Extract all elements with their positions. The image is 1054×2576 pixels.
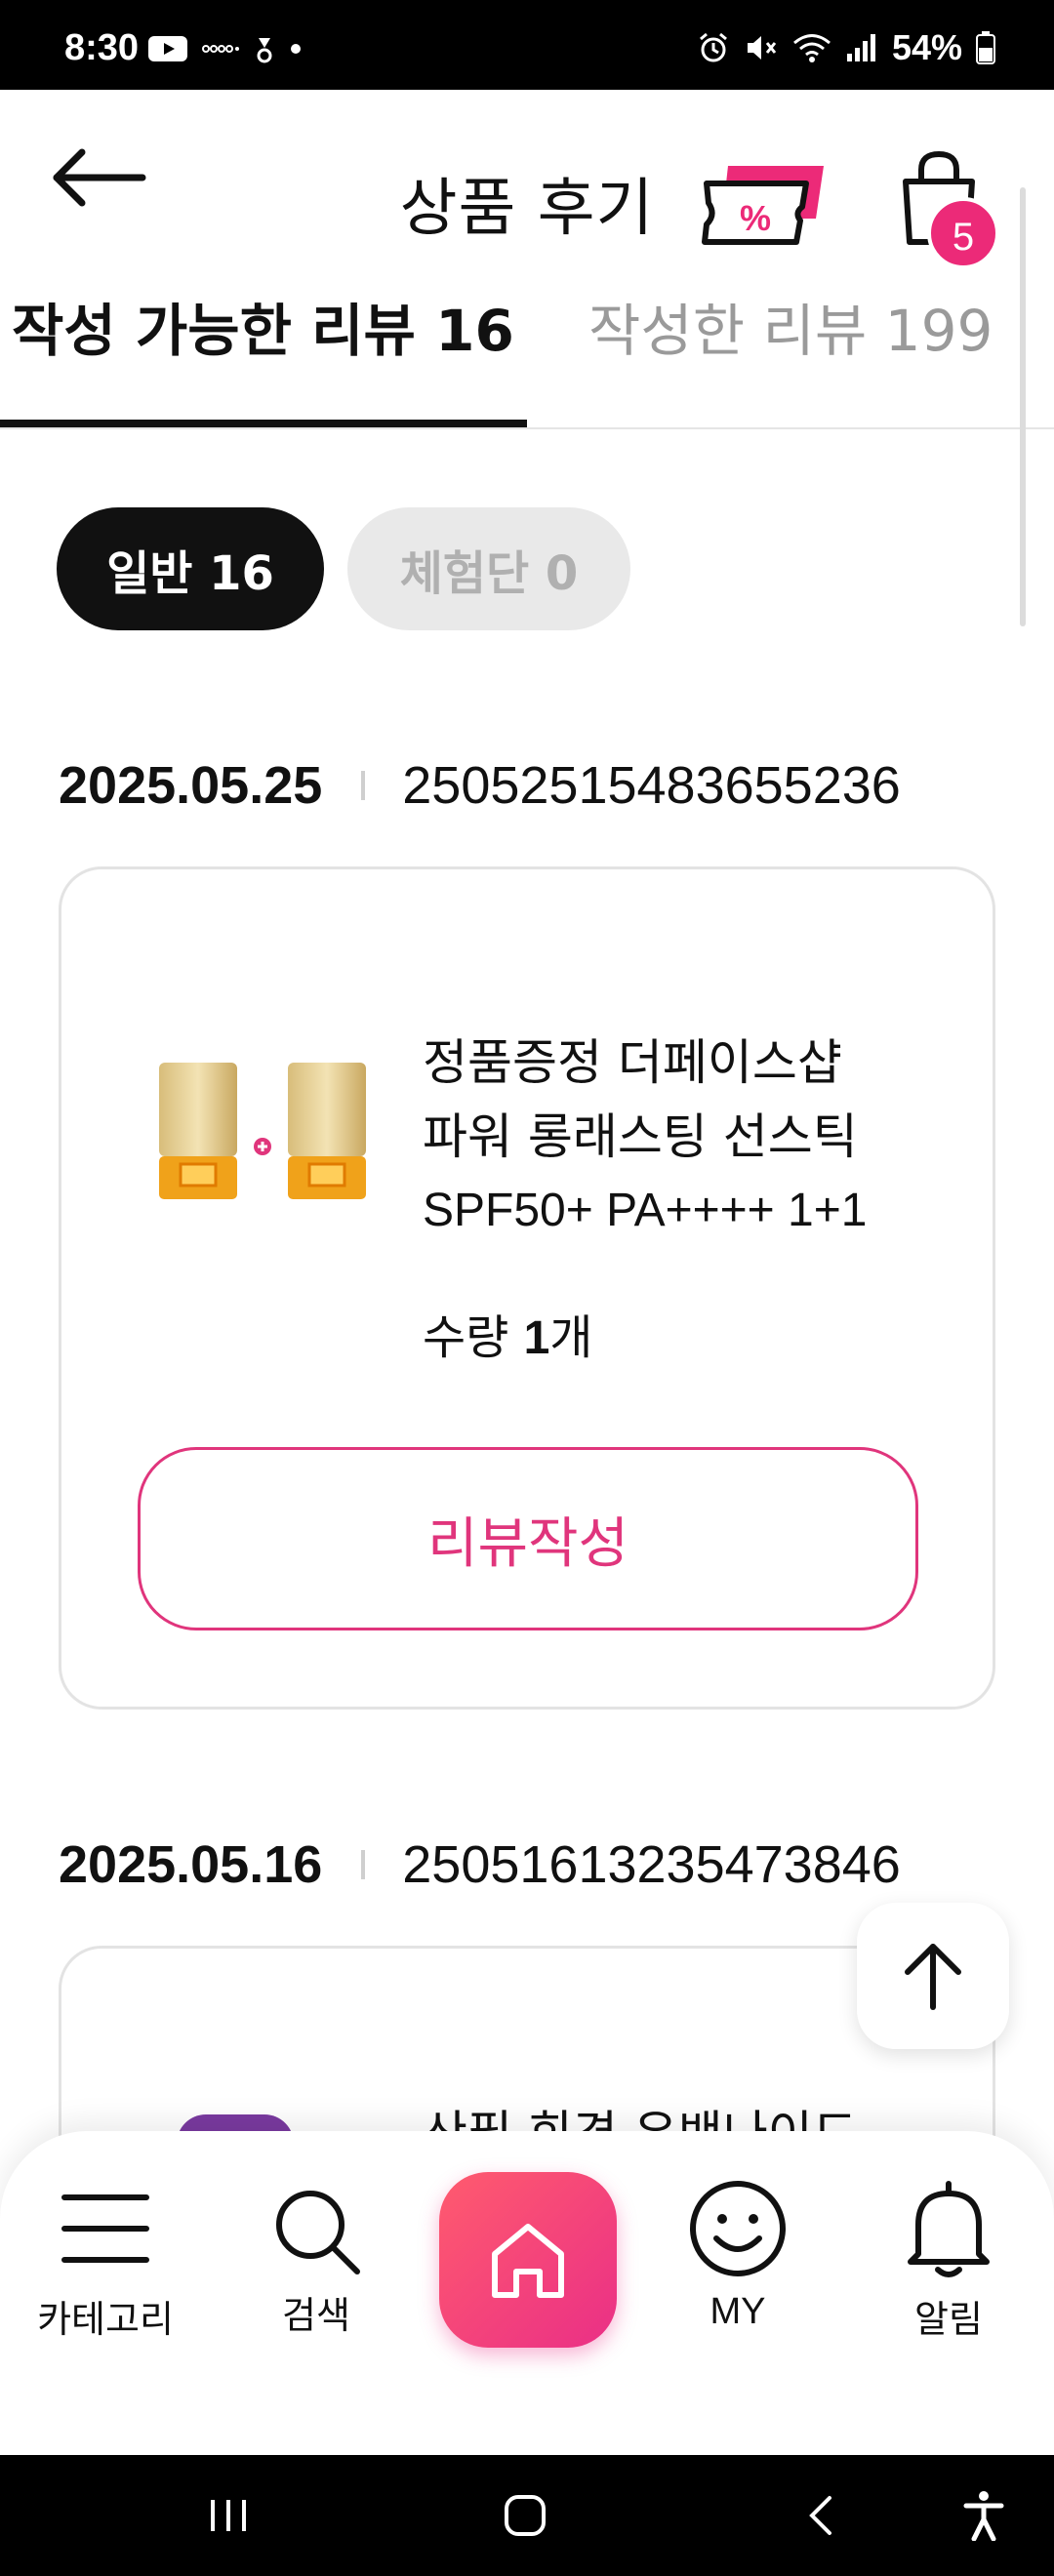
filter-trial-chip[interactable]: 체험단 0	[347, 507, 630, 630]
product-quantity: 수량 1개	[423, 1299, 592, 1367]
order-header: 2025.05.25 25052515483655236	[59, 751, 901, 820]
quantity-unit: 개	[549, 1310, 593, 1365]
youtube-icon	[148, 36, 187, 61]
dot-icon	[291, 44, 301, 54]
recents-button[interactable]	[207, 2455, 250, 2576]
tab-writable-reviews[interactable]: 작성 가능한 리뷰 16	[12, 285, 514, 427]
review-tabs: 작성 가능한 리뷰 16 작성한 리뷰 199	[0, 265, 1054, 429]
coupon-button[interactable]: %	[701, 160, 830, 248]
accessibility-button[interactable]	[962, 2455, 1005, 2576]
nav-label: MY	[709, 2291, 766, 2332]
nav-home-button[interactable]	[439, 2172, 617, 2348]
battery-icon	[976, 31, 995, 64]
order-card: 정품증정 더페이스샵 파워 롱래스팅 선스틱 SPF50+ PA++++ 1+1…	[59, 866, 995, 1710]
menu-icon	[61, 2194, 149, 2263]
system-back-button[interactable]	[806, 2455, 835, 2576]
battery-percent: 54%	[891, 27, 962, 67]
product-option: SPF50+ PA++++ 1+1	[423, 1185, 868, 1236]
order-number: 25051613235473846	[402, 1835, 901, 1894]
signal-icon	[846, 34, 875, 61]
svg-text:%: %	[740, 198, 771, 238]
voicemail-icon	[202, 45, 239, 53]
app-header: 상품 후기 % 5	[0, 90, 1054, 269]
nav-label: 알림	[914, 2298, 983, 2341]
alarm-icon	[699, 32, 727, 62]
write-review-button[interactable]: 리뷰작성	[138, 1447, 918, 1630]
filter-general-chip[interactable]: 일반 16	[57, 507, 324, 630]
nav-category[interactable]: 카테고리	[18, 2190, 193, 2343]
tab-written-reviews[interactable]: 작성한 리뷰 199	[588, 285, 993, 427]
product-name[interactable]: 정품증정 더페이스샵 파워 롱래스팅 선스틱 SPF50+ PA++++ 1+1	[423, 1026, 969, 1248]
arrow-up-icon	[905, 1944, 961, 2010]
coupon-icon: %	[702, 166, 824, 245]
smiley-icon	[690, 2181, 786, 2276]
search-icon	[276, 2191, 360, 2274]
accessibility-icon	[963, 2491, 1004, 2541]
order-date: 2025.05.25	[59, 756, 323, 815]
nav-search[interactable]: 검색	[228, 2190, 404, 2339]
quantity-label: 수량	[423, 1310, 509, 1365]
recents-icon	[211, 2500, 246, 2531]
status-bar: 8:30 54%	[0, 0, 1054, 90]
product-image[interactable]	[151, 1059, 374, 1205]
nav-alerts[interactable]: 알림	[861, 2181, 1036, 2343]
system-home-button[interactable]	[504, 2455, 547, 2576]
notification-icon	[257, 38, 272, 63]
system-navigation-bar	[0, 2455, 1054, 2576]
home-icon	[492, 2224, 564, 2298]
status-left-icons	[148, 29, 303, 68]
cart-count-badge: 5	[927, 197, 999, 269]
order-date: 2025.05.16	[59, 1835, 323, 1894]
nav-my[interactable]: MY	[650, 2181, 826, 2333]
back-chevron-icon	[809, 2496, 831, 2535]
product-name-line: 정품증정 더페이스샵	[423, 1034, 842, 1091]
divider	[361, 1850, 366, 1879]
scrollbar[interactable]	[1020, 187, 1026, 626]
bottom-navigation: 카테고리 검색 MY 알림	[0, 2131, 1054, 2455]
order-header: 2025.05.16 25051613235473846	[59, 1831, 901, 1899]
scroll-to-top-button[interactable]	[857, 1903, 1009, 2049]
nav-label: 검색	[282, 2294, 350, 2337]
divider	[361, 771, 366, 800]
nav-label: 카테고리	[37, 2298, 174, 2341]
active-tab-indicator	[0, 420, 527, 427]
product-name-line: 파워 롱래스팅 선스틱	[423, 1108, 858, 1165]
status-time: 8:30	[64, 27, 140, 68]
bell-icon	[908, 2181, 990, 2277]
wifi-icon	[792, 34, 831, 62]
sunstick-product-image	[159, 1063, 366, 1199]
mute-icon	[747, 36, 777, 60]
status-right: 54%	[697, 27, 995, 68]
page-title: 상품 후기	[399, 173, 655, 245]
home-circle-icon	[505, 2495, 546, 2536]
quantity-value: 1	[523, 1312, 550, 1364]
order-number: 25052515483655236	[402, 756, 901, 815]
